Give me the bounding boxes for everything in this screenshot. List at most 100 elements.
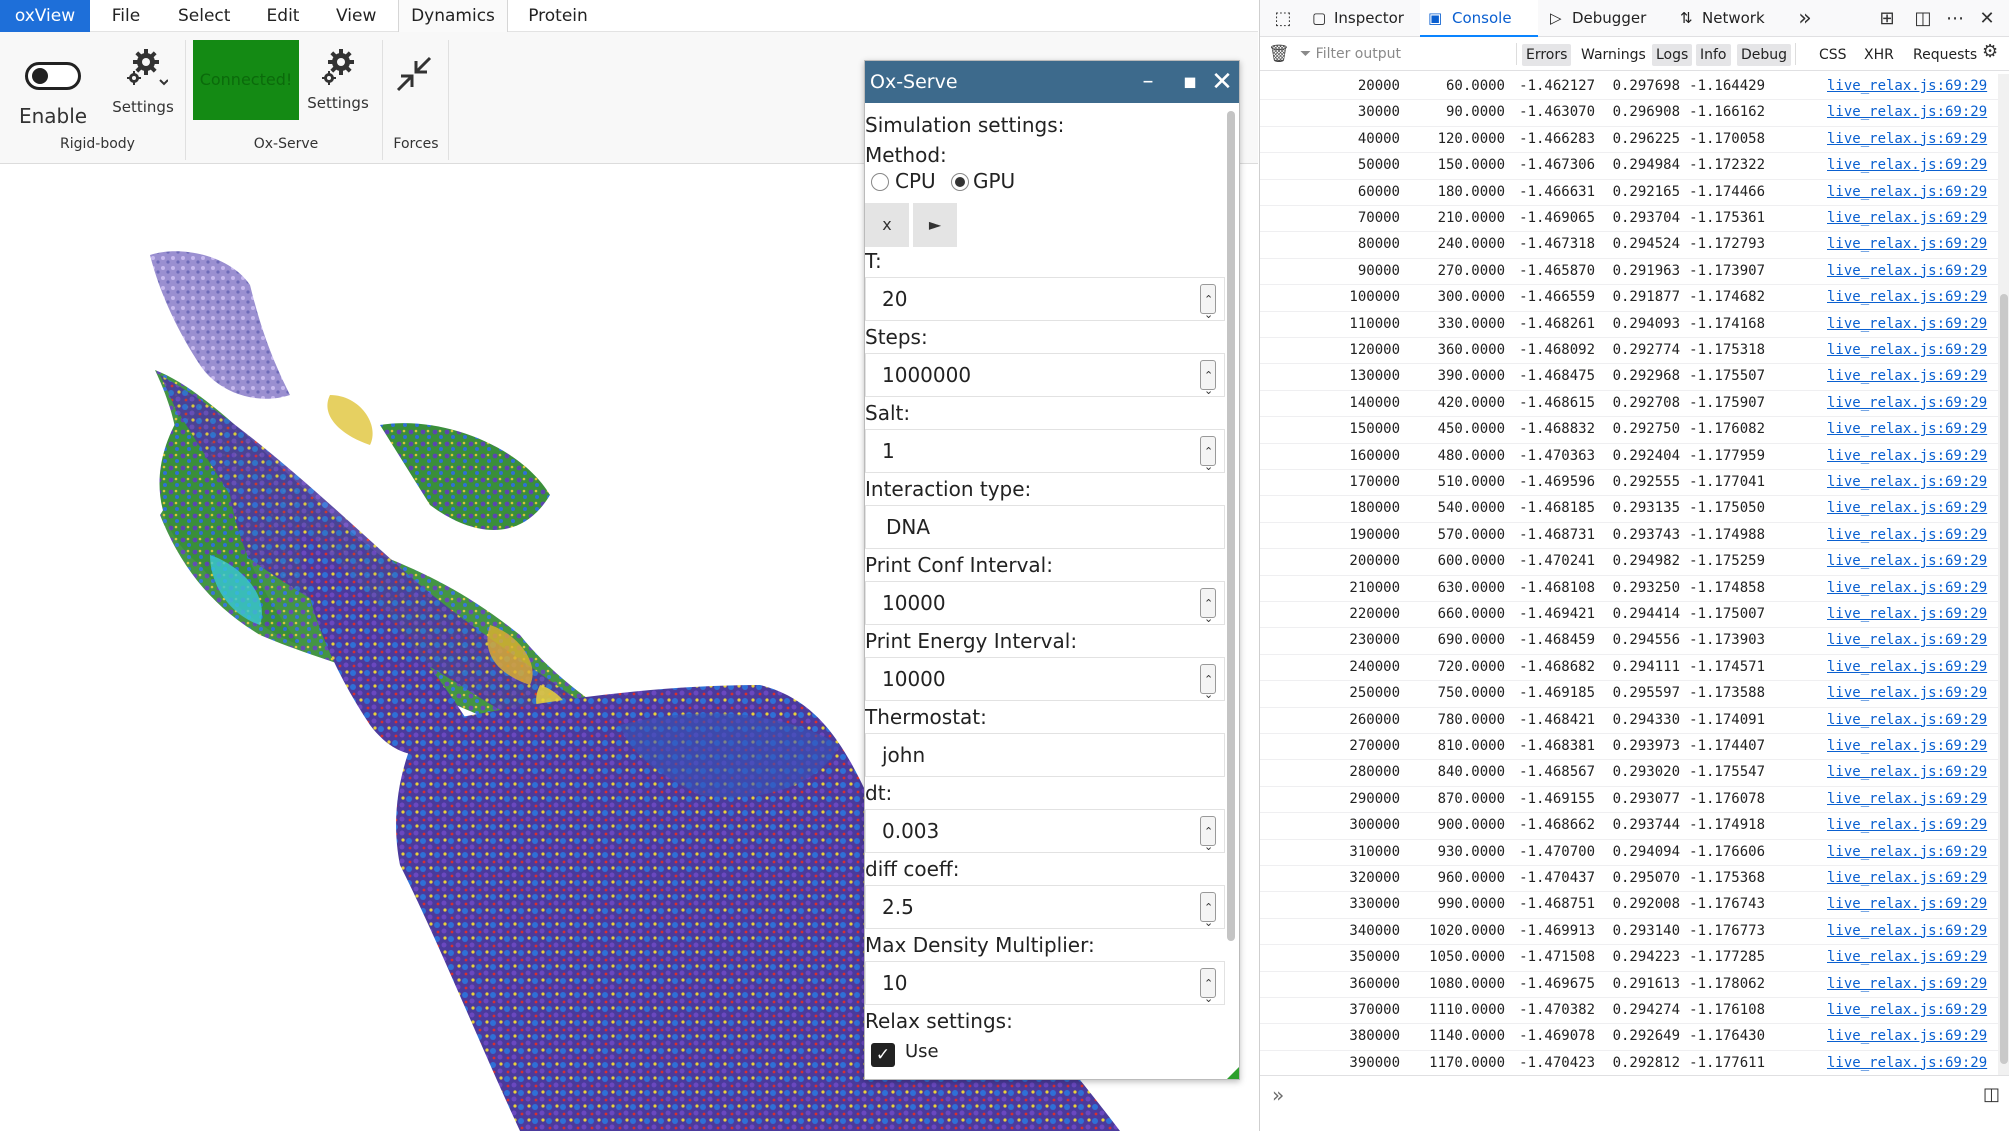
filter-logs[interactable]: Logs	[1652, 44, 1693, 66]
tab-debugger[interactable]: ▷ Debugger	[1542, 0, 1672, 37]
console-scrollbar[interactable]	[1998, 74, 2009, 1075]
log-source-link[interactable]: live_relax.js:69:29	[1827, 764, 1987, 780]
log-source-link[interactable]: live_relax.js:69:29	[1827, 1002, 1987, 1018]
log-source-link[interactable]: live_relax.js:69:29	[1827, 78, 1987, 94]
spinner-icon[interactable]	[1200, 887, 1216, 944]
log-source-link[interactable]: live_relax.js:69:29	[1827, 316, 1987, 332]
log-source-link[interactable]: live_relax.js:69:29	[1827, 157, 1987, 173]
close-icon[interactable]: ✕	[1205, 61, 1239, 103]
log-source-link[interactable]: live_relax.js:69:29	[1827, 263, 1987, 279]
menu-file[interactable]: File	[104, 0, 148, 32]
menu-select[interactable]: Select	[178, 0, 230, 32]
log-source-link[interactable]: live_relax.js:69:29	[1827, 421, 1987, 437]
log-source-link[interactable]: live_relax.js:69:29	[1827, 580, 1987, 596]
stop-button[interactable]: x	[865, 203, 909, 247]
spinner-icon[interactable]	[1200, 811, 1216, 868]
tab-console[interactable]: ▣ Console	[1420, 0, 1538, 37]
input-salt[interactable]: 1	[865, 429, 1225, 488]
log-source-link[interactable]: live_relax.js:69:29	[1827, 395, 1987, 411]
log-source-link[interactable]: live_relax.js:69:29	[1827, 1028, 1987, 1044]
spinner-icon[interactable]	[1200, 583, 1216, 640]
spinner-icon[interactable]	[1200, 355, 1216, 412]
spinner-icon[interactable]	[1200, 279, 1216, 336]
log-source-link[interactable]: live_relax.js:69:29	[1827, 606, 1987, 622]
rigid-body-settings-button[interactable]: Settings	[108, 42, 178, 132]
menu-protein[interactable]: Protein	[528, 0, 588, 32]
log-source-link[interactable]: live_relax.js:69:29	[1827, 817, 1987, 833]
connected-button[interactable]: Connected!	[193, 40, 299, 120]
log-source-link[interactable]: live_relax.js:69:29	[1827, 844, 1987, 860]
console-input[interactable]: » ◫	[1260, 1075, 2009, 1115]
menu-oxview[interactable]: oxView	[0, 0, 90, 32]
log-source-link[interactable]: live_relax.js:69:29	[1827, 500, 1987, 516]
log-source-link[interactable]: live_relax.js:69:29	[1827, 474, 1987, 490]
tab-inspector[interactable]: ▢ Inspector	[1306, 0, 1436, 37]
input-steps[interactable]: 1000000	[865, 353, 1225, 412]
log-source-link[interactable]: live_relax.js:69:29	[1827, 210, 1987, 226]
filter-warnings[interactable]: Warnings	[1577, 44, 1650, 66]
log-source-link[interactable]: live_relax.js:69:29	[1827, 184, 1987, 200]
maximize-icon[interactable]: ◼	[1173, 61, 1207, 103]
filter-debug[interactable]: Debug	[1737, 44, 1792, 66]
spinner-icon[interactable]	[1200, 431, 1216, 488]
log-source-link[interactable]: live_relax.js:69:29	[1827, 791, 1987, 807]
filter-info[interactable]: Info	[1696, 44, 1731, 66]
input-t[interactable]: 20	[865, 277, 1225, 336]
log-source-link[interactable]: live_relax.js:69:29	[1827, 870, 1987, 886]
log-source-link[interactable]: live_relax.js:69:29	[1827, 527, 1987, 543]
responsive-design-icon[interactable]: ⊞	[1872, 0, 1902, 37]
log-source-link[interactable]: live_relax.js:69:29	[1827, 923, 1987, 939]
filter-errors[interactable]: Errors	[1522, 44, 1572, 66]
log-source-link[interactable]: live_relax.js:69:29	[1827, 104, 1987, 120]
resize-grip-icon[interactable]	[1227, 1067, 1239, 1079]
forces-button[interactable]	[390, 50, 438, 98]
console-scroll-thumb[interactable]	[2000, 294, 2008, 1064]
filter-requests[interactable]: Requests	[1909, 44, 1981, 66]
split-console-icon[interactable]: ◫	[1983, 1084, 2000, 1105]
menu-edit[interactable]: Edit	[265, 0, 301, 32]
input-max-density-multiplier[interactable]: 10	[865, 961, 1225, 1020]
log-source-link[interactable]: live_relax.js:69:29	[1827, 685, 1987, 701]
radio-cpu[interactable]	[871, 173, 889, 191]
trash-icon[interactable]: 🗑	[1268, 44, 1290, 64]
enable-button[interactable]: Enable	[8, 42, 98, 132]
log-source-link[interactable]: live_relax.js:69:29	[1827, 448, 1987, 464]
spinner-icon[interactable]	[1200, 659, 1216, 716]
log-source-link[interactable]: live_relax.js:69:29	[1827, 342, 1987, 358]
menu-dynamics[interactable]: Dynamics	[398, 0, 508, 32]
minimize-icon[interactable]: –	[1131, 61, 1165, 103]
more-options-icon[interactable]: ⋯	[1940, 0, 1970, 37]
ox-serve-settings-button[interactable]: Settings	[303, 42, 373, 132]
more-tabs-icon[interactable]: »	[1790, 0, 1820, 37]
log-source-link[interactable]: live_relax.js:69:29	[1827, 632, 1987, 648]
log-source-link[interactable]: live_relax.js:69:29	[1827, 738, 1987, 754]
filter-xhr[interactable]: XHR	[1860, 44, 1898, 66]
log-source-link[interactable]: live_relax.js:69:29	[1827, 949, 1987, 965]
input-dt[interactable]: 0.003	[865, 809, 1225, 868]
log-source-link[interactable]: live_relax.js:69:29	[1827, 289, 1987, 305]
spinner-icon[interactable]	[1200, 963, 1216, 1020]
element-picker-icon[interactable]: ⬚	[1268, 0, 1298, 37]
log-source-link[interactable]: live_relax.js:69:29	[1827, 896, 1987, 912]
tab-network[interactable]: ⇅ Network	[1672, 0, 1792, 37]
select-thermostat[interactable]: john	[865, 733, 1225, 777]
dock-side-icon[interactable]: ◫	[1908, 0, 1938, 37]
dialog-scrollbar[interactable]	[1227, 111, 1235, 941]
log-source-link[interactable]: live_relax.js:69:29	[1827, 1055, 1987, 1071]
log-source-link[interactable]: live_relax.js:69:29	[1827, 712, 1987, 728]
play-button[interactable]: ►	[913, 203, 957, 247]
log-source-link[interactable]: live_relax.js:69:29	[1827, 976, 1987, 992]
filter-output-input[interactable]: ⏷ Filter output	[1300, 42, 1520, 66]
log-source-link[interactable]: live_relax.js:69:29	[1827, 236, 1987, 252]
filter-css[interactable]: CSS	[1815, 44, 1851, 66]
console-settings-icon[interactable]: ⚙	[1982, 41, 1998, 62]
radio-gpu[interactable]	[951, 173, 969, 191]
input-diff-coeff[interactable]: 2.5	[865, 885, 1225, 944]
use-relax-checkbox[interactable]: ✓	[871, 1043, 895, 1067]
input-print-conf-interval[interactable]: 10000	[865, 581, 1225, 640]
close-devtools-icon[interactable]: ✕	[1972, 0, 2002, 37]
log-source-link[interactable]: live_relax.js:69:29	[1827, 368, 1987, 384]
log-source-link[interactable]: live_relax.js:69:29	[1827, 131, 1987, 147]
log-source-link[interactable]: live_relax.js:69:29	[1827, 659, 1987, 675]
menu-view[interactable]: View	[336, 0, 376, 32]
